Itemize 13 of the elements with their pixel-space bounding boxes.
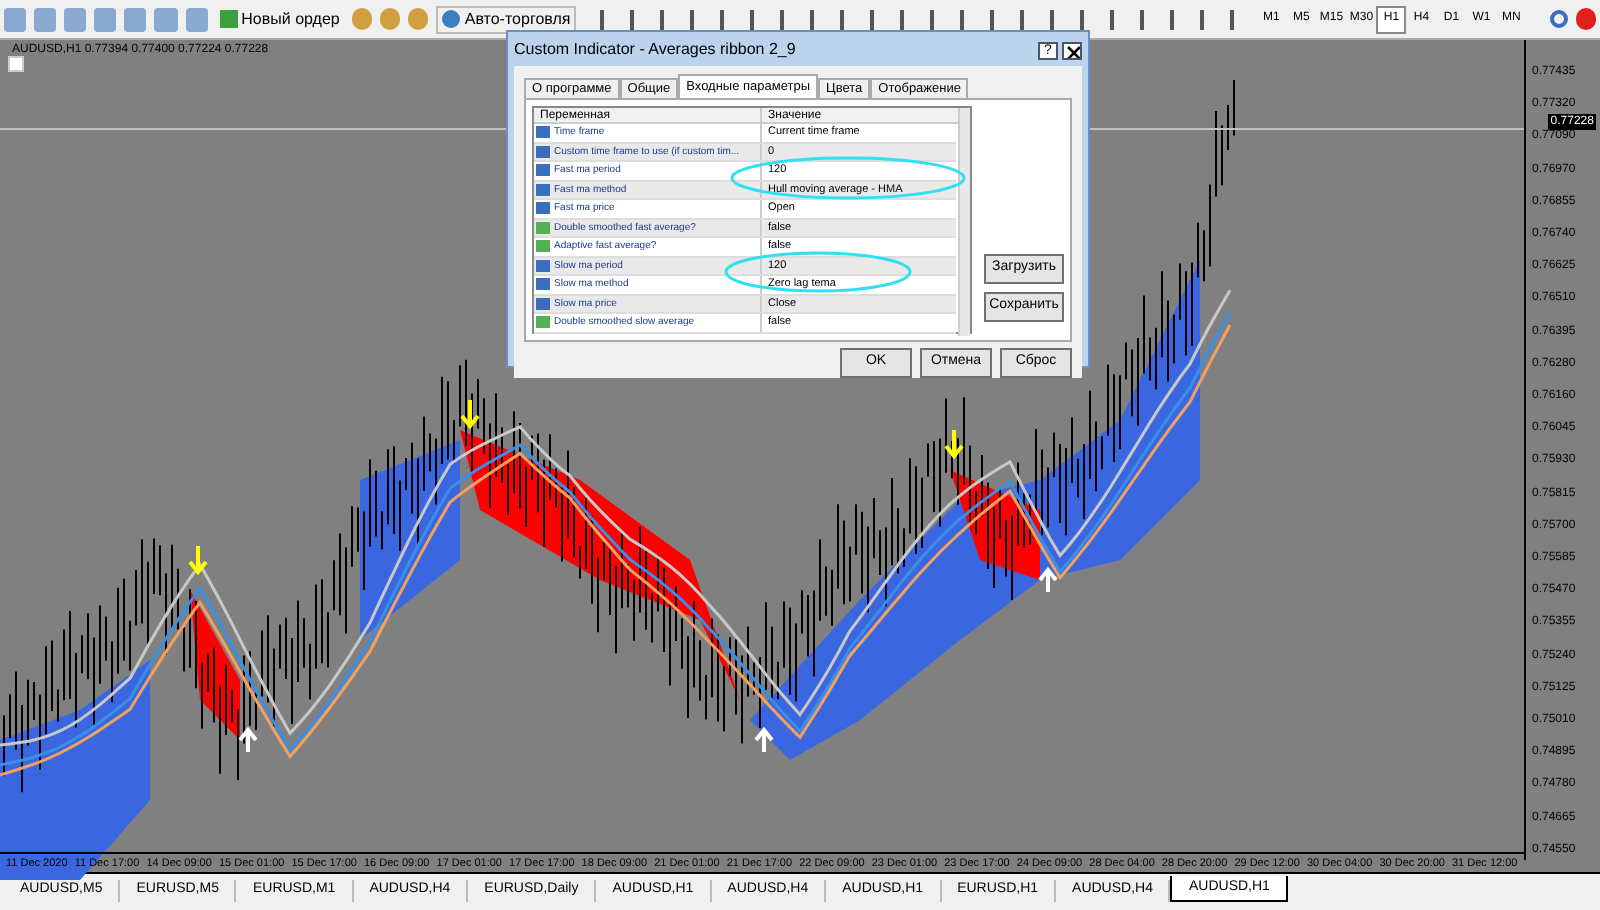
up-arrow-icon	[754, 726, 774, 754]
table-scrollbar[interactable]	[958, 108, 970, 336]
search-icon[interactable]	[1550, 10, 1568, 28]
down-arrow-icon	[188, 544, 208, 576]
down-arrow-icon	[460, 398, 480, 430]
close-icon[interactable]	[1062, 41, 1082, 59]
up-arrow-icon	[238, 726, 258, 754]
up-arrow-icon	[1038, 566, 1058, 594]
new-order-button[interactable]: Новый ордер	[215, 7, 344, 31]
alert-icon[interactable]	[1575, 8, 1596, 30]
down-arrow-icon	[944, 428, 964, 460]
boolean-parameter-icon	[536, 316, 550, 329]
dialog-title: Custom Indicator - Averages ribbon 2_9	[514, 38, 798, 62]
